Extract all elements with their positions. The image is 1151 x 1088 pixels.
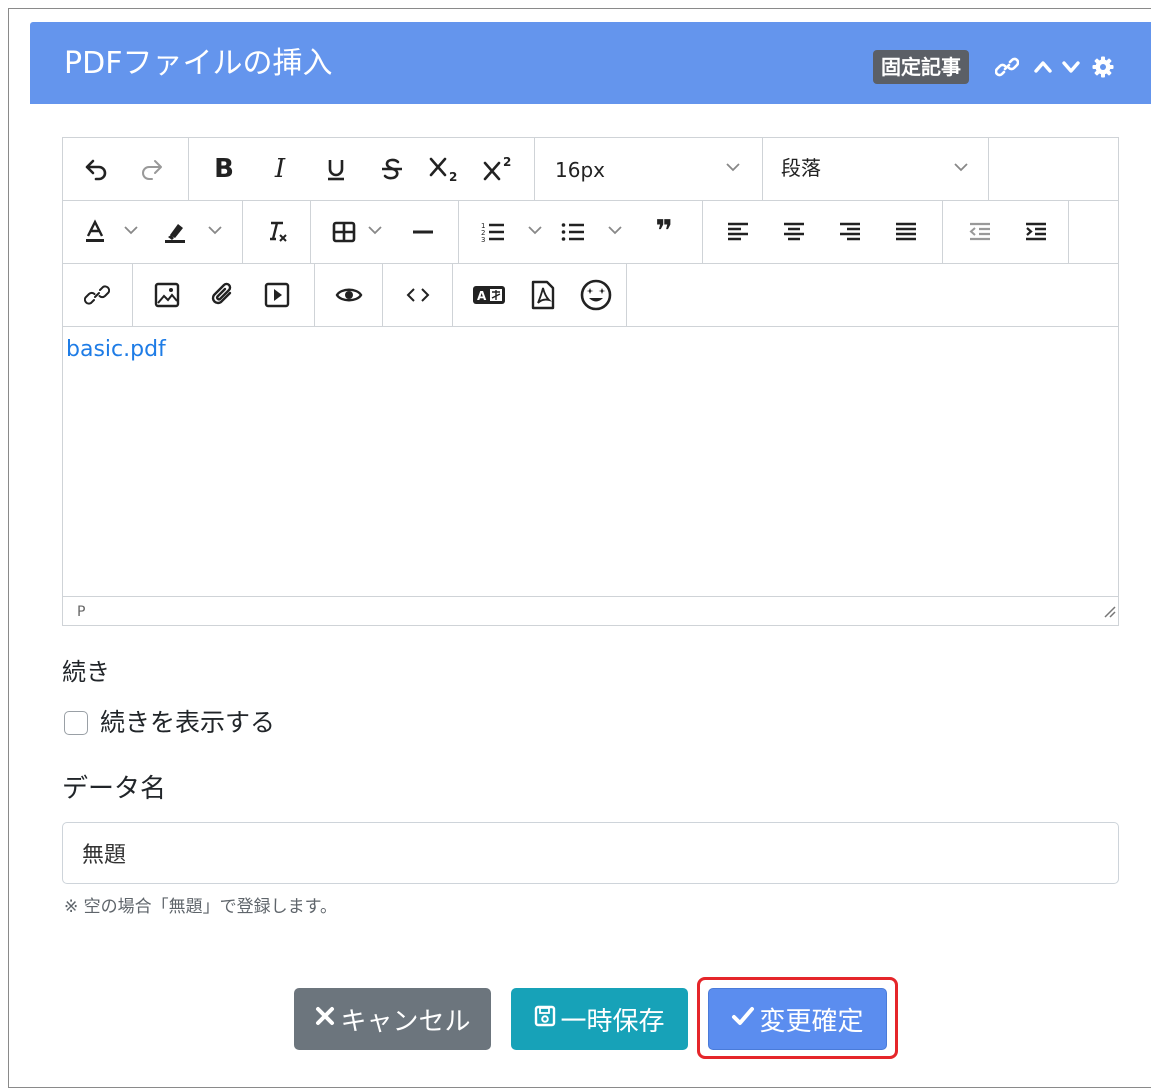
close-icon bbox=[314, 1004, 336, 1034]
check-icon bbox=[731, 1004, 755, 1034]
color-group bbox=[63, 201, 243, 263]
media-group bbox=[133, 264, 315, 326]
source-group bbox=[383, 264, 453, 326]
link-icon[interactable] bbox=[77, 276, 117, 314]
resize-handle-icon[interactable] bbox=[1102, 604, 1116, 623]
align-center-icon[interactable] bbox=[773, 213, 815, 251]
svg-text:2: 2 bbox=[503, 155, 511, 169]
image-icon[interactable] bbox=[147, 276, 187, 314]
toolbar-row-2: 123 ❞ bbox=[63, 201, 1118, 264]
show-continuation-checkbox[interactable] bbox=[64, 711, 88, 735]
svg-text:A: A bbox=[477, 289, 487, 303]
toolbar-row-1: B I 2 2 16px 段落 bbox=[63, 138, 1118, 201]
indent-icon[interactable] bbox=[1017, 213, 1055, 251]
subscript-icon[interactable]: 2 bbox=[425, 150, 467, 188]
editor-status-bar: P bbox=[63, 596, 1118, 625]
align-right-icon[interactable] bbox=[829, 213, 871, 251]
translate-icon[interactable]: A bbox=[467, 276, 511, 314]
outdent-icon[interactable] bbox=[961, 213, 999, 251]
continuation-label: 続き bbox=[62, 658, 110, 686]
confirm-label: 変更確定 bbox=[759, 1006, 864, 1037]
emoji-icon[interactable] bbox=[575, 276, 617, 314]
chevron-down-icon[interactable] bbox=[607, 222, 623, 242]
fixed-article-badge: 固定記事 bbox=[873, 50, 969, 84]
block-format-value: 段落 bbox=[781, 156, 821, 180]
chevron-down-icon[interactable] bbox=[123, 222, 139, 242]
temp-save-button[interactable]: 一時保存 bbox=[511, 988, 688, 1050]
svg-text:3: 3 bbox=[481, 236, 485, 244]
data-name-help: ※ 空の場合「無題」で登録します。 bbox=[64, 897, 337, 917]
show-continuation-label[interactable]: 続きを表示する bbox=[100, 707, 275, 739]
card-title: PDFファイルの挿入 bbox=[64, 46, 333, 81]
cancel-button[interactable]: キャンセル bbox=[294, 988, 491, 1050]
temp-save-label: 一時保存 bbox=[560, 1006, 665, 1037]
superscript-icon[interactable]: 2 bbox=[479, 150, 521, 188]
chevron-up-icon[interactable] bbox=[1028, 50, 1058, 84]
chevron-down-icon[interactable] bbox=[367, 222, 383, 242]
cancel-label: キャンセル bbox=[340, 1006, 471, 1037]
data-name-label: データ名 bbox=[62, 774, 167, 804]
text-style-group: B I 2 2 bbox=[189, 138, 535, 200]
preview-eye-icon[interactable] bbox=[329, 276, 369, 314]
chevron-down-icon[interactable] bbox=[207, 222, 223, 242]
link-icon[interactable] bbox=[992, 50, 1022, 84]
source-code-icon[interactable] bbox=[397, 276, 439, 314]
font-color-icon[interactable] bbox=[77, 213, 113, 251]
horizontal-rule-icon[interactable] bbox=[403, 213, 443, 251]
font-size-value: 16px bbox=[555, 158, 605, 182]
clear-format-icon[interactable] bbox=[257, 213, 297, 251]
blockquote-button[interactable]: ❞ bbox=[643, 213, 685, 251]
save-icon bbox=[534, 1004, 556, 1034]
ordered-list-icon[interactable]: 123 bbox=[475, 213, 511, 251]
chevron-down-icon[interactable] bbox=[527, 222, 543, 242]
align-left-icon[interactable] bbox=[717, 213, 759, 251]
data-name-input[interactable] bbox=[62, 822, 1119, 884]
chevron-down-icon bbox=[953, 159, 969, 179]
bold-button[interactable]: B bbox=[203, 150, 245, 188]
block-format-select[interactable]: 段落 bbox=[763, 138, 989, 200]
clear-format-group bbox=[243, 201, 311, 263]
align-group bbox=[703, 201, 943, 263]
strikethrough-icon[interactable] bbox=[371, 150, 413, 188]
preview-group bbox=[315, 264, 383, 326]
italic-button[interactable]: I bbox=[259, 150, 301, 188]
table-icon[interactable] bbox=[327, 213, 361, 251]
attachment-icon[interactable] bbox=[203, 276, 243, 314]
font-size-select[interactable]: 16px bbox=[535, 138, 763, 200]
svg-text:2: 2 bbox=[449, 170, 457, 183]
highlight-color-icon[interactable] bbox=[157, 213, 193, 251]
link-group bbox=[63, 264, 133, 326]
unordered-list-icon[interactable] bbox=[555, 213, 591, 251]
gear-icon[interactable] bbox=[1088, 50, 1118, 84]
list-group: 123 ❞ bbox=[459, 201, 703, 263]
element-path[interactable]: P bbox=[77, 604, 85, 620]
video-icon[interactable] bbox=[257, 276, 297, 314]
rich-text-editor: B I 2 2 16px 段落 1 2 3 ❞ A basic.pdf P bbox=[62, 137, 1119, 626]
indent-group bbox=[943, 201, 1069, 263]
underline-icon[interactable] bbox=[315, 150, 357, 188]
insert-group bbox=[311, 201, 459, 263]
card-header: PDFファイルの挿入 固定記事 bbox=[30, 22, 1151, 104]
pdf-icon[interactable] bbox=[523, 276, 563, 314]
toolbar-row-3: A bbox=[63, 264, 1118, 327]
align-justify-icon[interactable] bbox=[885, 213, 927, 251]
undo-icon[interactable] bbox=[77, 150, 115, 188]
chevron-down-icon[interactable] bbox=[1056, 50, 1086, 84]
extras-group: A bbox=[453, 264, 627, 326]
chevron-down-icon bbox=[725, 159, 741, 179]
redo-icon[interactable] bbox=[133, 150, 171, 188]
editor-content[interactable]: basic.pdf bbox=[63, 328, 1118, 596]
confirm-change-button[interactable]: 変更確定 bbox=[708, 988, 887, 1050]
pdf-file-link[interactable]: basic.pdf bbox=[66, 337, 166, 362]
history-group bbox=[63, 138, 189, 200]
